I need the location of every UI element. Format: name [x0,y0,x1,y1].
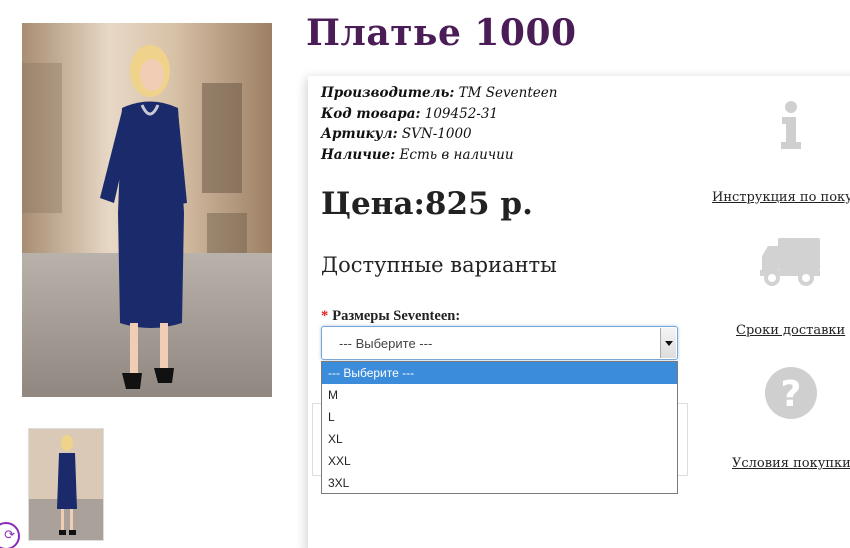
delivery-link[interactable]: Сроки доставки [736,323,845,338]
product-code-row: Код товара: 109452-31 [321,104,557,125]
size-option[interactable]: --- Выберите --- [322,362,677,384]
size-dropdown-list: --- Выберите --- M L XL XXL 3XL [321,361,678,494]
product-price: Цена:825 р. [321,186,533,222]
size-option[interactable]: 3XL [322,472,677,494]
manufacturer-value[interactable]: TM Seventeen [459,85,558,101]
sku-value: SVN-1000 [401,126,472,142]
product-code-value: 109452-31 [424,105,499,122]
sku-row: Артикул: SVN-1000 [321,124,557,145]
sku-label: Артикул: [321,126,398,142]
product-code-label: Код товара: [321,105,421,122]
info-icon [781,101,801,149]
instruction-link[interactable]: Инструкция по покупке [712,190,850,205]
truck-icon [760,238,820,286]
product-title: Платье 1000 [306,12,577,54]
manufacturer-row: Производитель: TM Seventeen [321,83,557,104]
size-option[interactable]: XXL [322,450,677,472]
required-marker: * [321,308,329,324]
size-label-text: Размеры Seventeen: [332,308,461,324]
size-select-value: --- Выберите --- [339,336,433,351]
product-main-photo[interactable] [22,23,272,397]
size-option[interactable]: XL [322,428,677,450]
sync-icon[interactable]: ⟳ [0,522,20,548]
availability-label: Наличие: [321,146,396,163]
size-select[interactable]: --- Выберите --- [321,326,678,360]
variants-heading: Доступные варианты [321,253,557,277]
manufacturer-label: Производитель: [321,85,455,101]
product-thumbnail[interactable] [28,428,104,541]
svg-text:?: ? [781,374,802,415]
availability-value: Есть в наличии [399,146,514,163]
chevron-down-icon[interactable] [660,328,676,358]
question-icon: ? [765,367,817,419]
product-meta: Производитель: TM Seventeen Код товара: … [321,83,557,165]
size-option[interactable]: M [322,384,677,406]
size-option[interactable]: L [322,406,677,428]
availability-row: Наличие: Есть в наличии [321,145,557,166]
terms-link[interactable]: Условия покупки [732,456,850,471]
size-label: * Размеры Seventeen: [321,308,460,325]
